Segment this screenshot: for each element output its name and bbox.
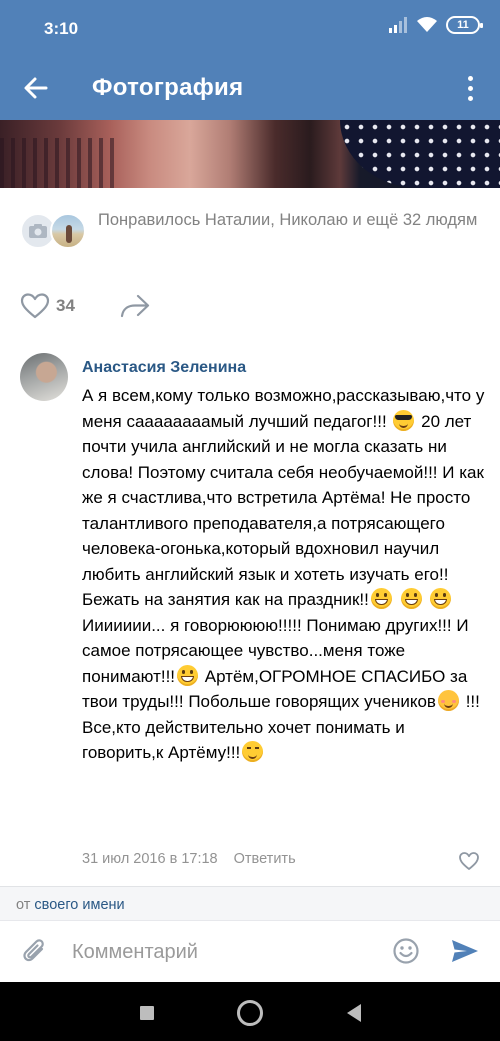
heart-icon[interactable] <box>20 292 50 320</box>
author-avatar[interactable] <box>20 353 68 401</box>
post-actions: 34 <box>20 290 151 322</box>
wifi-icon <box>417 17 437 32</box>
page-title: Фотография <box>92 74 244 101</box>
grin-emoji-icon <box>370 588 392 609</box>
heart-icon[interactable] <box>458 851 480 871</box>
battery-level: 11 <box>457 19 469 31</box>
post-as-link[interactable]: своего имени <box>34 897 124 913</box>
reply-button[interactable]: Ответить <box>234 851 296 867</box>
post-as-label: от своего имени <box>16 897 125 913</box>
top-app-bar: 3:10 11 Фотография <box>0 0 500 125</box>
grin-emoji-icon <box>177 664 199 686</box>
paperclip-icon[interactable] <box>20 937 50 967</box>
comment-text-segment <box>394 590 399 609</box>
status-time: 3:10 <box>44 19 79 38</box>
comment-author[interactable]: Анастасия Зеленина <box>82 359 246 377</box>
system-nav-bar <box>0 982 500 1041</box>
grin-emoji-icon <box>400 588 422 609</box>
comment-meta: 31 июл 2016 в 17:18 Ответить <box>82 851 296 867</box>
battery-icon: 11 <box>446 16 483 34</box>
smiley-icon[interactable] <box>392 937 420 965</box>
share-arrow-icon[interactable] <box>119 292 151 320</box>
photo-preview[interactable] <box>0 120 500 188</box>
wink-emoji-icon <box>242 741 264 762</box>
back-triangle-icon[interactable] <box>347 1004 361 1022</box>
send-icon[interactable] <box>450 937 480 965</box>
home-circle-icon[interactable] <box>237 1000 263 1026</box>
arrow-left-icon[interactable] <box>20 72 52 104</box>
recents-square-icon[interactable] <box>140 1006 154 1020</box>
more-vertical-icon[interactable] <box>458 70 482 106</box>
comment-text-segment: 20 лет почти учила английский и не могла… <box>82 411 484 610</box>
comment-text-segment <box>424 590 429 609</box>
status-bar: 3:10 11 <box>0 0 500 58</box>
comment-text: А я всем,кому только возможно,рассказыва… <box>82 383 487 766</box>
like-count: 34 <box>56 296 75 315</box>
status-icons: 11 <box>388 16 483 34</box>
comment-input[interactable] <box>72 935 372 969</box>
blush-emoji-icon <box>437 690 459 711</box>
cool-emoji-icon <box>393 409 415 431</box>
likes-summary[interactable]: Понравилось Наталии, Николаю и ещё 32 лю… <box>20 207 480 257</box>
comment-date: 31 июл 2016 в 17:18 <box>82 851 218 867</box>
liker-avatar <box>50 213 86 249</box>
camera-icon <box>29 224 47 238</box>
post-as-bar: от своего имени <box>0 886 500 920</box>
signal-icon <box>389 17 407 33</box>
grin-emoji-icon <box>430 588 452 609</box>
header: Фотография <box>0 58 500 120</box>
comment-composer <box>0 920 500 982</box>
post-as-prefix: от <box>16 897 31 913</box>
likes-summary-text: Понравилось Наталии, Николаю и ещё 32 лю… <box>98 211 478 229</box>
